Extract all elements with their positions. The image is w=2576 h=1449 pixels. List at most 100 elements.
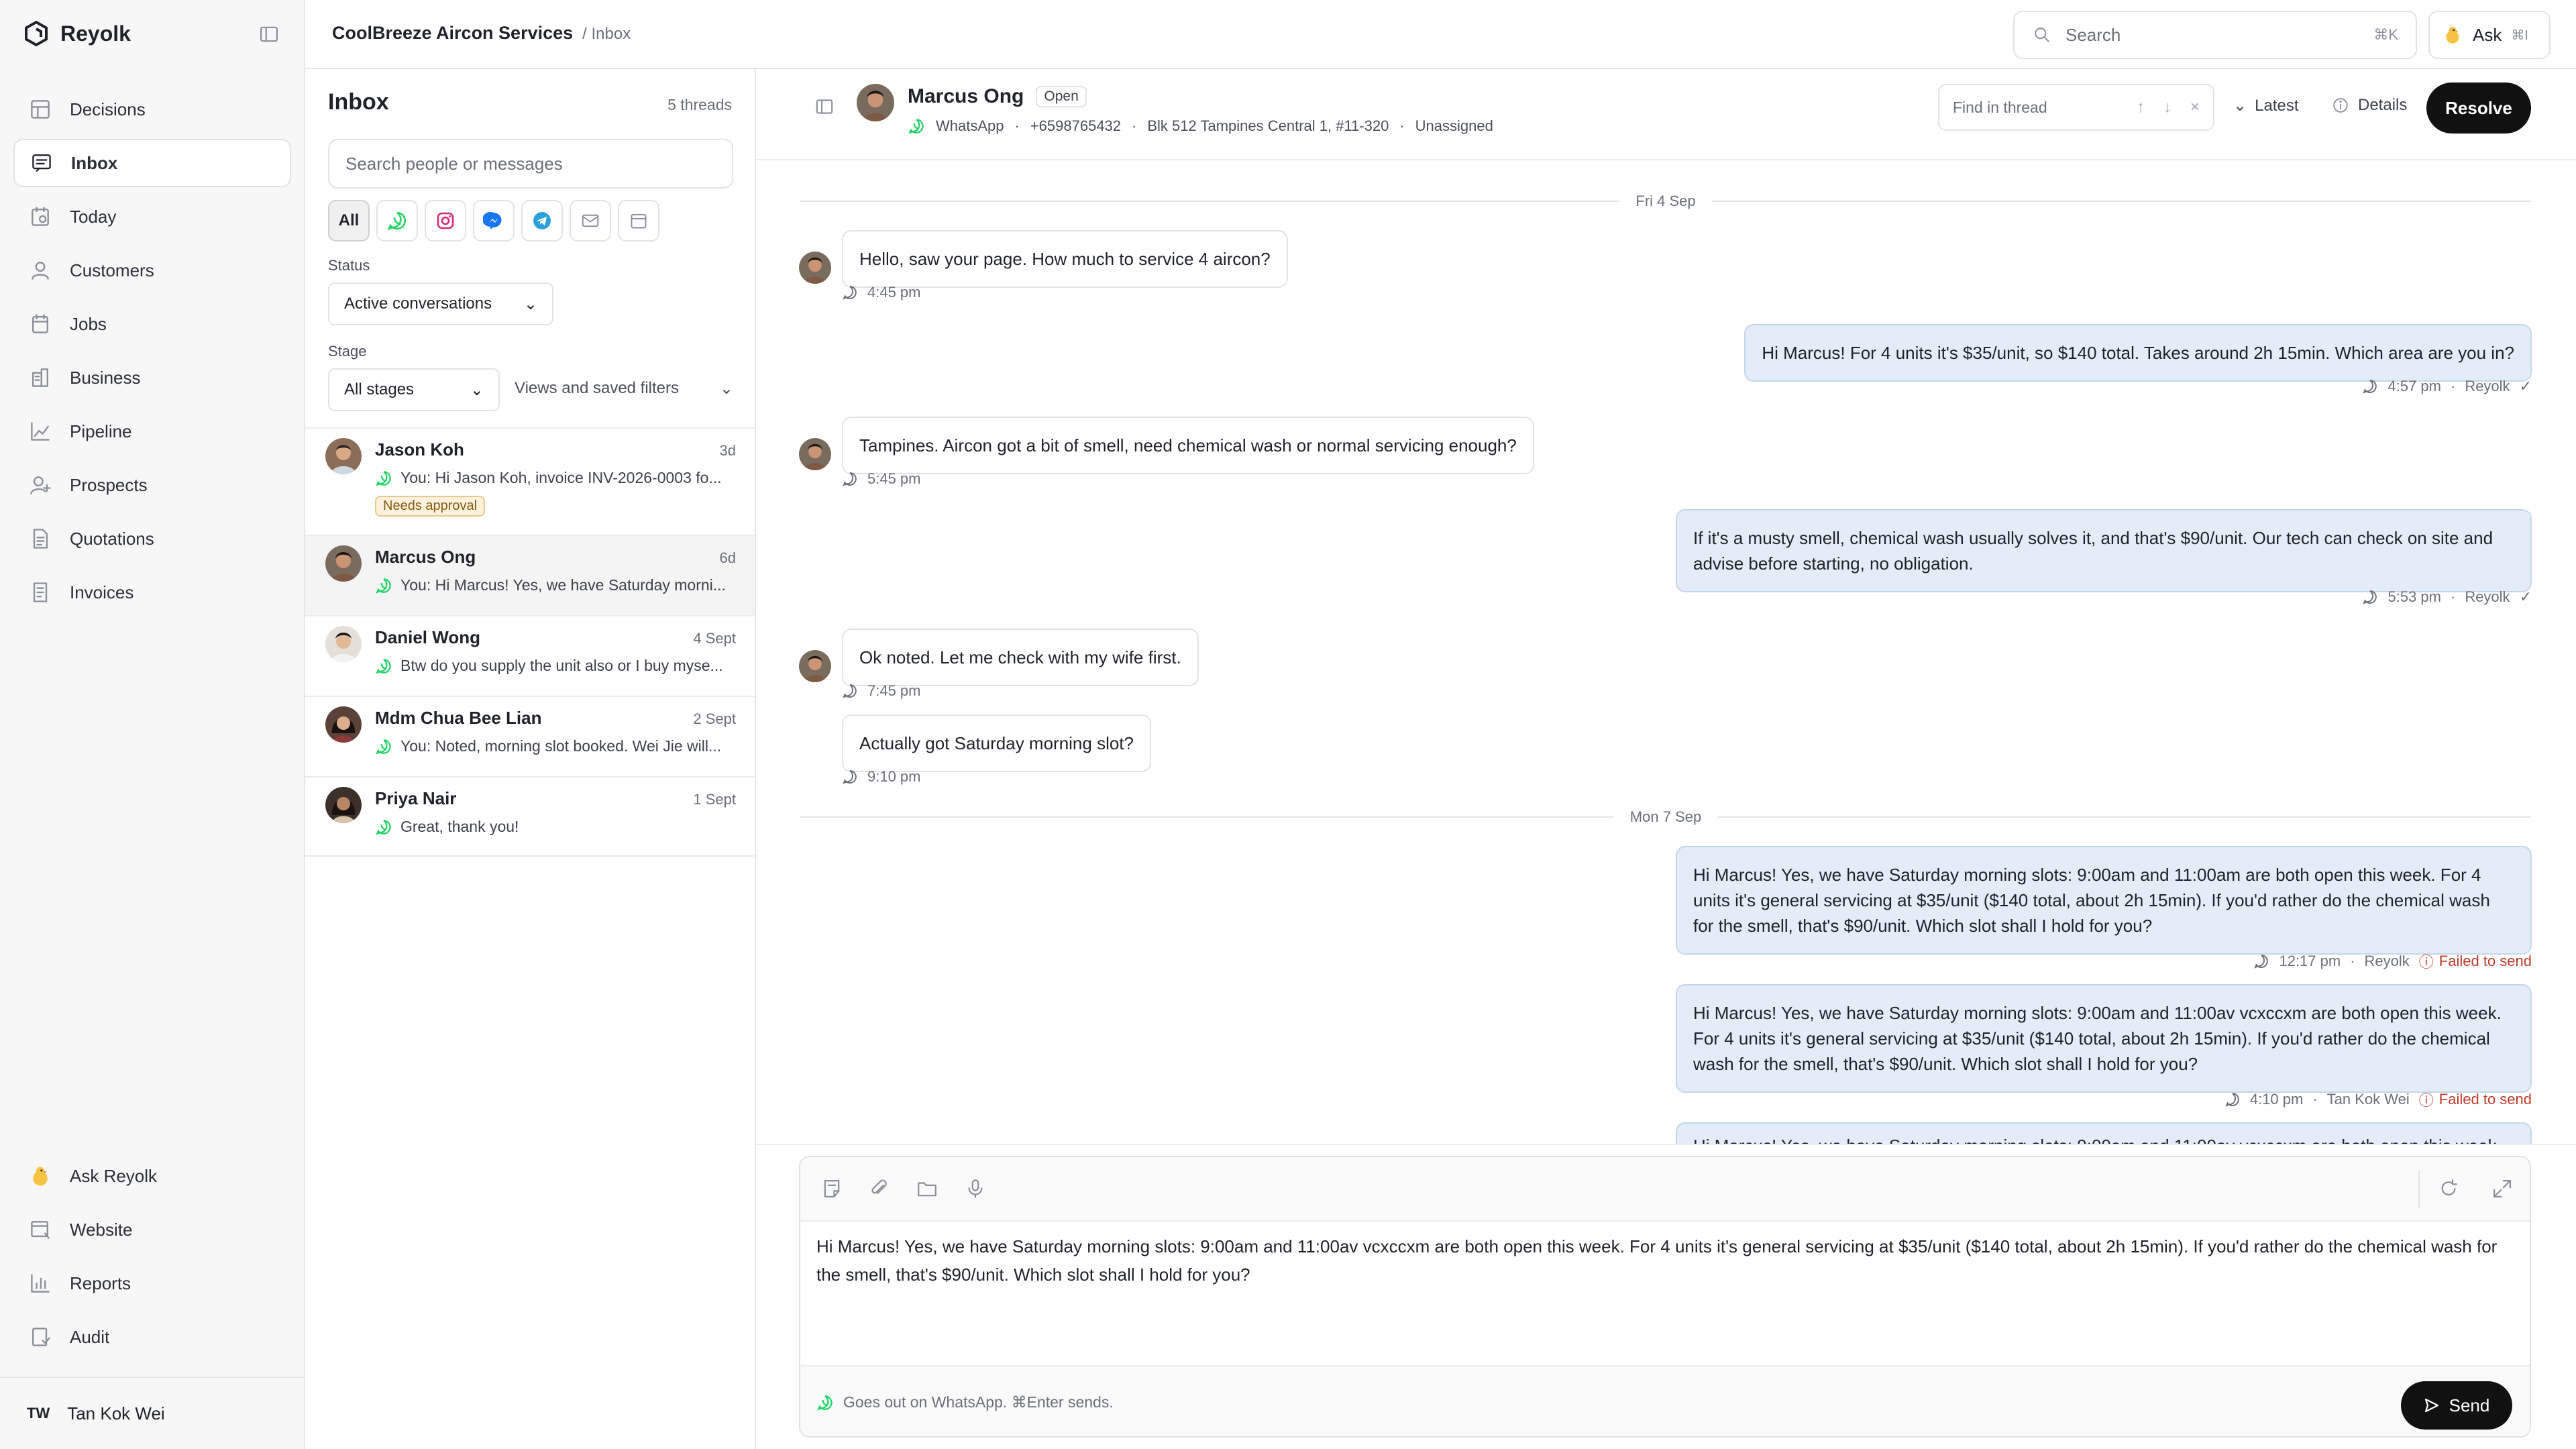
channel-filter-whatsapp[interactable] xyxy=(376,200,418,241)
company-name[interactable]: CoolBreeze Aircon Services xyxy=(332,23,573,44)
sidebar-item-invoices[interactable]: Invoices xyxy=(13,568,291,616)
latest-label: Latest xyxy=(2255,96,2299,115)
sidebar-item-customers[interactable]: Customers xyxy=(13,246,291,294)
sidebar-item-audit[interactable]: Audit xyxy=(13,1313,291,1361)
avatar xyxy=(857,84,894,121)
failed-status[interactable]: ⓘ Failed to send xyxy=(2419,951,2532,972)
chevron-down-icon: ⌄ xyxy=(470,380,484,399)
thread-name: Jason Koh xyxy=(375,439,464,460)
channel-filter-calendar[interactable] xyxy=(618,200,659,241)
instagram-icon xyxy=(437,212,454,229)
stage-select[interactable]: All stages ⌄ xyxy=(328,368,500,411)
sidebar-item-website[interactable]: Website xyxy=(13,1205,291,1254)
channel-filter-messenger[interactable] xyxy=(473,200,515,241)
message-meta: 7:45 pm xyxy=(842,682,921,700)
channel-filter-telegram[interactable] xyxy=(521,200,563,241)
sidebar-toggle-icon[interactable] xyxy=(258,23,280,46)
sidebar-item-label: Customers xyxy=(70,260,154,280)
expand-icon[interactable] xyxy=(2491,1177,2514,1200)
arrow-up-icon[interactable]: ↑ xyxy=(2137,98,2145,117)
inbox-search-input[interactable]: Search people or messages xyxy=(328,139,733,189)
sidebar-item-reports[interactable]: Reports xyxy=(13,1259,291,1307)
thread-date: 1 Sept xyxy=(693,791,736,808)
sidebar-item-jobs[interactable]: Jobs xyxy=(13,300,291,348)
thread-preview: You: Hi Marcus! Yes, we have Saturday mo… xyxy=(375,576,737,594)
breadcrumb-page: / Inbox xyxy=(582,25,631,43)
refresh-icon[interactable] xyxy=(2437,1177,2460,1200)
sidebar-item-label: Business xyxy=(70,367,141,388)
phone-number: +6598765432 xyxy=(1030,117,1122,134)
ask-button[interactable]: Ask ⌘I xyxy=(2428,11,2551,59)
whatsapp-icon xyxy=(387,211,406,231)
message-bubble-incoming: Ok noted. Let me check with my wife firs… xyxy=(842,629,1199,686)
message-time: 7:45 pm xyxy=(867,682,921,699)
views-filter[interactable]: Views and saved filters ⌄ xyxy=(515,379,733,398)
user-profile[interactable]: TW Tan Kok Wei xyxy=(0,1377,305,1449)
sidebar-item-label: Reports xyxy=(70,1273,131,1293)
search-placeholder: Search xyxy=(2065,24,2121,45)
channel-filter-email[interactable] xyxy=(570,200,611,241)
message-time: 4:10 pm xyxy=(2249,1091,2304,1108)
thread-preview-text: You: Hi Marcus! Yes, we have Saturday mo… xyxy=(400,576,726,594)
thread-item[interactable]: Mdm Chua Bee Lian 2 Sept You: Noted, mor… xyxy=(305,696,755,776)
calendar-today-icon xyxy=(32,207,49,226)
thread-item[interactable]: Jason Koh 3d You: Hi Jason Koh, invoice … xyxy=(305,427,755,517)
sidebar-item-decisions[interactable]: Decisions xyxy=(13,85,291,133)
toggle-list-icon[interactable] xyxy=(814,96,835,117)
chick-icon xyxy=(2446,27,2459,44)
sidebar-item-ask-reyolk[interactable]: Ask Reyolk xyxy=(13,1152,291,1200)
topbar: CoolBreeze Aircon Services / Inbox Searc… xyxy=(305,0,2576,69)
thread-preview-text: You: Hi Jason Koh, invoice INV-2026-0003… xyxy=(400,469,722,486)
divider xyxy=(756,1144,2576,1145)
send-button[interactable]: Send xyxy=(2401,1381,2512,1430)
thread-item[interactable]: Priya Nair 1 Sept Great, thank you! xyxy=(305,776,755,857)
failed-status[interactable]: ⓘ Failed to send xyxy=(2419,1089,2532,1110)
thread-date: 3d xyxy=(719,442,736,459)
message-sender: Reyolk xyxy=(2465,378,2510,394)
day-separator: Mon 7 Sep xyxy=(800,807,2531,827)
latest-button[interactable]: ⌄ Latest xyxy=(2233,96,2299,115)
resolve-button[interactable]: Resolve xyxy=(2426,83,2531,133)
status-select[interactable]: Active conversations ⌄ xyxy=(328,282,553,325)
close-icon[interactable]: × xyxy=(2190,98,2200,117)
building-icon xyxy=(32,368,48,387)
sidebar-item-prospects[interactable]: Prospects xyxy=(13,461,291,509)
arrow-down-icon[interactable]: ↓ xyxy=(2163,98,2171,117)
composer-textarea[interactable]: Hi Marcus! Yes, we have Saturday morning… xyxy=(816,1232,2507,1289)
channel-filter-all[interactable]: All xyxy=(328,200,370,241)
folder-icon[interactable] xyxy=(916,1177,938,1200)
clipboard-icon xyxy=(32,314,48,333)
brand[interactable]: Reyolk xyxy=(24,19,131,48)
message-composer[interactable]: Hi Marcus! Yes, we have Saturday morning… xyxy=(799,1156,2531,1438)
thread-preview: You: Hi Jason Koh, invoice INV-2026-0003… xyxy=(375,469,737,487)
needs-approval-badge: Needs approval xyxy=(375,496,486,517)
global-search[interactable]: Search ⌘K xyxy=(2013,11,2417,59)
attachment-icon[interactable] xyxy=(867,1177,890,1200)
find-in-thread-input[interactable]: Find in thread ↑ ↓ × xyxy=(1938,84,2214,131)
assignee[interactable]: Unassigned xyxy=(1415,117,1493,135)
sidebar-item-today[interactable]: Today xyxy=(13,193,291,241)
thread-preview-text: You: Noted, morning slot booked. Wei Jie… xyxy=(400,737,722,755)
thread-name: Priya Nair xyxy=(375,788,457,808)
sidebar-item-business[interactable]: Business xyxy=(13,354,291,402)
whatsapp-icon xyxy=(2363,590,2377,604)
thread-count: 5 threads xyxy=(667,96,732,113)
sidebar-item-quotations[interactable]: Quotations xyxy=(13,515,291,563)
note-icon[interactable] xyxy=(820,1177,843,1200)
sidebar-item-label: Today xyxy=(70,206,117,227)
mail-icon xyxy=(582,214,599,227)
stage-label: Stage xyxy=(328,343,367,360)
thread-item[interactable]: Marcus Ong 6d You: Hi Marcus! Yes, we ha… xyxy=(305,535,755,615)
contact-meta: WhatsApp · +6598765432 · Blk 512 Tampines … xyxy=(908,117,1493,135)
inbox-title: Inbox xyxy=(328,89,389,115)
sidebar-item-inbox[interactable]: Inbox xyxy=(13,139,291,187)
thread-item[interactable]: Daniel Wong 4 Sept Btw do you supply the… xyxy=(305,615,755,696)
sidebar-item-pipeline[interactable]: Pipeline xyxy=(13,407,291,455)
channel-filter-instagram[interactable] xyxy=(425,200,466,241)
details-button[interactable]: Details xyxy=(2331,96,2407,115)
message-meta: 5:53 pm · Reyolk ✓ xyxy=(2362,588,2532,606)
status-badge[interactable]: Open xyxy=(1036,86,1087,107)
microphone-icon[interactable] xyxy=(964,1177,987,1200)
message-sender: Reyolk xyxy=(2465,588,2510,605)
grid-icon xyxy=(31,100,50,119)
